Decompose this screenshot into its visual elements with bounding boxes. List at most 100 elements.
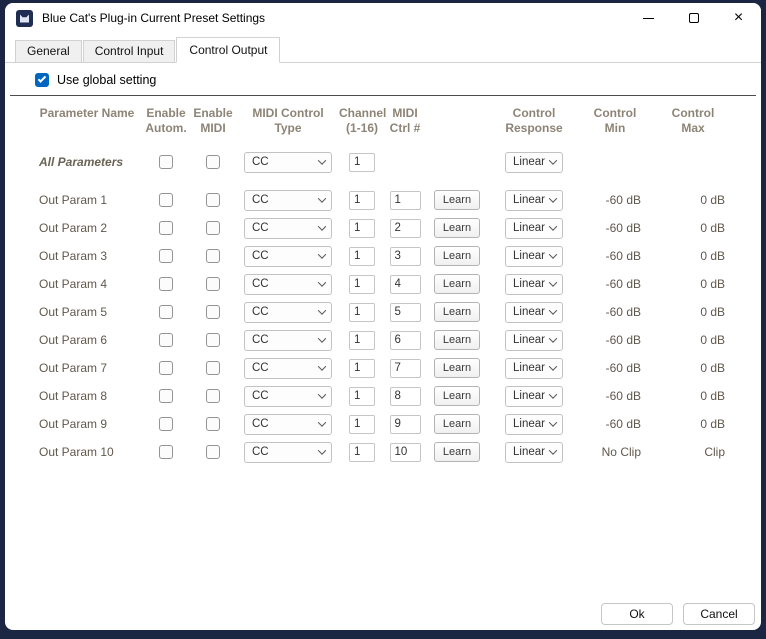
channel-input[interactable] [349, 275, 375, 294]
midi-type-select[interactable]: CC [244, 358, 332, 379]
enable-midi-checkbox[interactable] [206, 277, 220, 291]
enable-autom-checkbox[interactable] [159, 445, 173, 459]
response-select[interactable]: Linear [505, 386, 563, 407]
channel-input[interactable] [349, 219, 375, 238]
chevron-down-icon [318, 306, 326, 314]
table-row: Out Param 9 CC Learn Linear [5, 410, 761, 438]
enable-midi-checkbox[interactable] [206, 361, 220, 375]
response-select[interactable]: Linear [505, 246, 563, 267]
enable-midi-checkbox[interactable] [206, 305, 220, 319]
response-select[interactable]: Linear [505, 302, 563, 323]
enable-autom-checkbox[interactable] [159, 249, 173, 263]
table-row: Out Param 5 CC Learn Linear [5, 298, 761, 326]
response-select[interactable]: Linear [505, 190, 563, 211]
use-global-setting-checkbox[interactable] [35, 73, 49, 87]
table-row: Out Param 6 CC Learn Linear [5, 326, 761, 354]
check-icon [38, 74, 46, 82]
param-name: Out Param 4 [31, 277, 143, 291]
midi-ctrl-input[interactable] [390, 219, 421, 238]
midi-type-select[interactable]: CC [244, 386, 332, 407]
all-enable-autom-checkbox[interactable] [159, 155, 173, 169]
channel-input[interactable] [349, 359, 375, 378]
ok-button[interactable]: Ok [601, 603, 673, 625]
close-button[interactable]: × [716, 3, 761, 33]
channel-input[interactable] [349, 415, 375, 434]
learn-button[interactable]: Learn [434, 246, 480, 266]
enable-autom-checkbox[interactable] [159, 333, 173, 347]
response-select[interactable]: Linear [505, 414, 563, 435]
enable-midi-checkbox[interactable] [206, 193, 220, 207]
learn-button[interactable]: Learn [434, 218, 480, 238]
enable-midi-checkbox[interactable] [206, 389, 220, 403]
enable-autom-checkbox[interactable] [159, 361, 173, 375]
midi-ctrl-input[interactable] [390, 275, 421, 294]
enable-autom-checkbox[interactable] [159, 389, 173, 403]
all-enable-midi-checkbox[interactable] [206, 155, 220, 169]
learn-button[interactable]: Learn [434, 386, 480, 406]
midi-ctrl-input[interactable] [390, 359, 421, 378]
midi-type-select[interactable]: CC [244, 330, 332, 351]
enable-midi-checkbox[interactable] [206, 221, 220, 235]
response-select[interactable]: Linear [505, 358, 563, 379]
tab-general[interactable]: General [15, 40, 82, 62]
learn-button[interactable]: Learn [434, 190, 480, 210]
midi-type-select[interactable]: CC [244, 414, 332, 435]
enable-autom-checkbox[interactable] [159, 277, 173, 291]
enable-autom-checkbox[interactable] [159, 221, 173, 235]
midi-type-select[interactable]: CC [244, 274, 332, 295]
maximize-button[interactable] [671, 3, 716, 33]
enable-midi-checkbox[interactable] [206, 417, 220, 431]
midi-ctrl-input[interactable] [390, 443, 421, 462]
learn-button[interactable]: Learn [434, 442, 480, 462]
channel-input[interactable] [349, 303, 375, 322]
channel-input[interactable] [349, 191, 375, 210]
midi-type-select[interactable]: CC [244, 442, 332, 463]
app-icon[interactable] [16, 10, 33, 27]
midi-ctrl-input[interactable] [390, 303, 421, 322]
midi-type-select[interactable]: CC [244, 246, 332, 267]
enable-midi-checkbox[interactable] [206, 445, 220, 459]
learn-button[interactable]: Learn [434, 414, 480, 434]
chevron-down-icon [318, 418, 326, 426]
midi-type-select[interactable]: CC [244, 218, 332, 239]
enable-midi-checkbox[interactable] [206, 249, 220, 263]
control-max-value: Clip [651, 445, 735, 459]
midi-type-select[interactable]: CC [244, 302, 332, 323]
channel-input[interactable] [349, 443, 375, 462]
enable-autom-checkbox[interactable] [159, 417, 173, 431]
response-select[interactable]: Linear [505, 218, 563, 239]
midi-ctrl-input[interactable] [390, 387, 421, 406]
table-row: Out Param 10 CC Learn Linear [5, 438, 761, 466]
control-max-value: 0 dB [651, 361, 735, 375]
tab-control-output[interactable]: Control Output [176, 37, 280, 63]
midi-type-select[interactable]: CC [244, 190, 332, 211]
minimize-button[interactable] [626, 3, 671, 33]
control-max-value: 0 dB [651, 305, 735, 319]
midi-ctrl-input[interactable] [390, 191, 421, 210]
midi-ctrl-input[interactable] [390, 247, 421, 266]
channel-input[interactable] [349, 331, 375, 350]
midi-ctrl-input[interactable] [390, 415, 421, 434]
all-channel-input[interactable] [349, 153, 375, 172]
enable-autom-checkbox[interactable] [159, 305, 173, 319]
chevron-down-icon [549, 446, 557, 454]
cancel-button[interactable]: Cancel [683, 603, 755, 625]
midi-ctrl-input[interactable] [390, 331, 421, 350]
tab-control-input[interactable]: Control Input [83, 40, 176, 62]
learn-button[interactable]: Learn [434, 274, 480, 294]
enable-autom-checkbox[interactable] [159, 193, 173, 207]
all-midi-type-select[interactable]: CC [244, 152, 332, 173]
select-value: Linear [513, 446, 545, 458]
learn-button[interactable]: Learn [434, 330, 480, 350]
select-value: Linear [513, 250, 545, 262]
control-min-value: -60 dB [579, 249, 651, 263]
response-select[interactable]: Linear [505, 330, 563, 351]
channel-input[interactable] [349, 387, 375, 406]
enable-midi-checkbox[interactable] [206, 333, 220, 347]
learn-button[interactable]: Learn [434, 358, 480, 378]
response-select[interactable]: Linear [505, 274, 563, 295]
learn-button[interactable]: Learn [434, 302, 480, 322]
response-select[interactable]: Linear [505, 442, 563, 463]
all-response-select[interactable]: Linear [505, 152, 563, 173]
channel-input[interactable] [349, 247, 375, 266]
